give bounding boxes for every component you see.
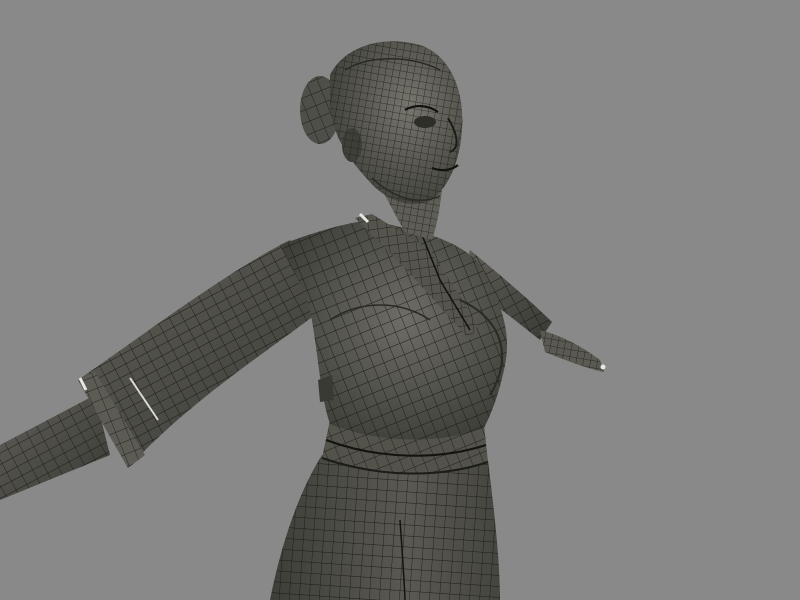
3d-viewport[interactable] — [0, 0, 800, 600]
viewport-canvas — [0, 0, 800, 600]
